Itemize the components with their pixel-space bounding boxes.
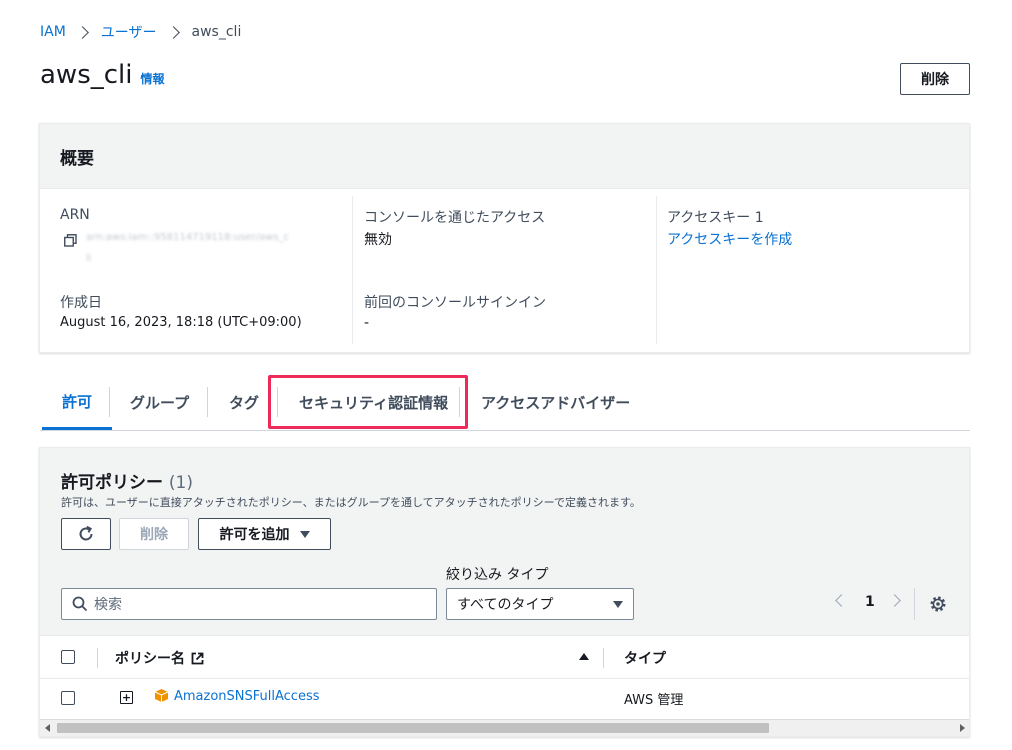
- search-input[interactable]: 検索: [61, 588, 437, 620]
- settings-gear-icon[interactable]: [929, 595, 947, 617]
- created-value: August 16, 2023, 18:18 (UTC+09:00): [60, 315, 302, 330]
- table-row: + AmazonSNSFullAccess AWS 管理: [40, 677, 969, 719]
- arn-value-cont: li: [86, 253, 92, 264]
- tab-access-advisor[interactable]: アクセスアドバイザー: [481, 376, 630, 428]
- permissions-title: 許可ポリシー: [61, 473, 163, 493]
- tab-groups[interactable]: グループ: [130, 376, 189, 428]
- arn-label: ARN: [60, 207, 90, 223]
- policy-type: AWS 管理: [624, 693, 684, 708]
- scroll-left-icon[interactable]: [45, 724, 50, 732]
- policy-name-header: ポリシー名: [115, 651, 185, 667]
- highlight-box: [268, 375, 468, 429]
- tab-divider: [207, 387, 208, 417]
- sort-ascending-icon[interactable]: [579, 653, 589, 660]
- breadcrumb-current: aws_cli: [191, 24, 242, 40]
- page-number[interactable]: 1: [865, 594, 875, 610]
- chevron-right-icon: [75, 25, 89, 39]
- created-label: 作成日: [60, 295, 102, 311]
- scroll-right-icon[interactable]: [960, 724, 965, 732]
- breadcrumb: IAM ユーザー aws_cli: [40, 22, 241, 42]
- add-permission-label: 許可を追加: [219, 527, 290, 543]
- column-divider: [656, 196, 657, 344]
- delete-policy-button[interactable]: 削除: [119, 518, 189, 550]
- refresh-icon: [79, 525, 93, 541]
- summary-header: 概要: [40, 124, 969, 189]
- column-divider: [97, 648, 98, 668]
- tab-divider: [109, 387, 110, 417]
- chevron-right-icon: [166, 25, 180, 39]
- expand-icon[interactable]: +: [120, 691, 133, 704]
- permissions-description: 許可は、ユーザーに直接アタッチされたポリシー、またはグループを通してアタッチされ…: [61, 496, 641, 509]
- column-policy-name[interactable]: ポリシー名: [115, 648, 204, 668]
- tab-permissions[interactable]: 許可: [42, 376, 113, 430]
- tab-tags[interactable]: タグ: [229, 376, 259, 428]
- summary-panel: 概要 ARN arn:aws:iam::958114719118:user/aw…: [39, 123, 970, 353]
- pagination-divider: [914, 588, 915, 620]
- last-signin-label: 前回のコンソールサインイン: [364, 295, 546, 311]
- row-checkbox[interactable]: [61, 691, 75, 705]
- column-divider: [603, 648, 604, 668]
- horizontal-scrollbar[interactable]: [40, 719, 969, 736]
- previous-page-icon[interactable]: [835, 594, 848, 607]
- type-select-value: すべてのタイプ: [457, 597, 554, 613]
- next-page-icon[interactable]: [888, 594, 901, 607]
- filter-type-label: 絞り込み タイプ: [446, 567, 549, 583]
- console-access-value: 無効: [364, 232, 392, 248]
- column-divider: [352, 196, 353, 344]
- page-header: aws_cli 情報: [40, 60, 165, 90]
- search-icon: [72, 596, 88, 612]
- create-access-key-link[interactable]: アクセスキーを作成: [667, 229, 792, 249]
- scrollbar-thumb[interactable]: [57, 723, 769, 733]
- caret-down-icon: [613, 600, 623, 608]
- add-permission-button[interactable]: 許可を追加: [198, 518, 331, 550]
- policy-link[interactable]: AmazonSNSFullAccess: [174, 689, 320, 704]
- access-key-label: アクセスキー 1: [667, 210, 764, 226]
- aws-managed-policy-icon: [154, 688, 169, 707]
- delete-user-button[interactable]: 削除: [900, 63, 970, 95]
- search-placeholder: 検索: [94, 597, 122, 613]
- last-signin-value: -: [364, 315, 370, 331]
- page-title: aws_cli: [40, 60, 133, 90]
- policies-table: ポリシー名 タイプ + AmazonSNSFullAccess AWS 管理: [40, 635, 969, 736]
- breadcrumb-iam[interactable]: IAM: [40, 24, 66, 40]
- column-type[interactable]: タイプ: [624, 648, 666, 668]
- permission-policies-panel: 許可ポリシー (1) 許可は、ユーザーに直接アタッチされたポリシー、またはグルー…: [39, 447, 970, 737]
- tab-bar: 許可 グループ タグ セキュリティ認証情報 アクセスアドバイザー: [40, 376, 970, 431]
- type-select[interactable]: すべてのタイプ: [446, 588, 634, 620]
- info-link[interactable]: 情報: [141, 70, 165, 87]
- external-link-icon: [191, 652, 204, 664]
- refresh-button[interactable]: [61, 518, 111, 550]
- section-title: 許可ポリシー (1): [61, 468, 193, 493]
- copy-icon[interactable]: [64, 232, 77, 247]
- console-access-label: コンソールを通じたアクセス: [364, 210, 546, 226]
- arn-value: arn:aws:iam::958114719118:user/aws_c: [86, 232, 289, 243]
- breadcrumb-users[interactable]: ユーザー: [101, 22, 157, 42]
- select-all-checkbox[interactable]: [61, 650, 75, 664]
- table-header: ポリシー名 タイプ: [40, 635, 969, 679]
- permissions-count: (1): [168, 473, 194, 493]
- caret-down-icon: [299, 530, 310, 538]
